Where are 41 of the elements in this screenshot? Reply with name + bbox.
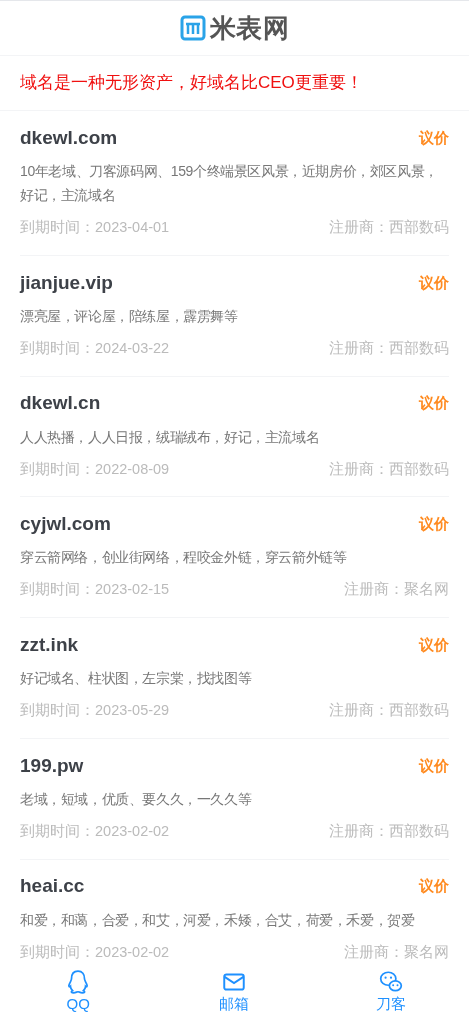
domain-name[interactable]: heai.cc xyxy=(20,872,85,901)
registrar: 注册商：聚名网 xyxy=(344,580,449,600)
domain-description: 好记域名、柱状图，左宗棠，找找图等 xyxy=(20,669,253,688)
registrar: 注册商：西部数码 xyxy=(329,218,449,237)
logo-text: 米表网 xyxy=(209,11,290,45)
domain-description: 老域，短域，优质、要久久，一久久等 xyxy=(20,789,253,809)
expiry-date: 到期时间：2023-02-02 xyxy=(20,942,170,962)
domain-description: 人人热播，人人日报，绒瑞绒布，好记，主流域名 xyxy=(20,427,321,447)
nav-item[interactable]: 邮箱 xyxy=(156,967,313,1015)
domain-description: 和爱，和蔼，合爱，和艾，河爱，禾矮，合艾，荷爱，禾爱，贺爱 xyxy=(20,910,416,930)
negotiate-button[interactable]: 议价 xyxy=(419,875,449,898)
domain-description: 穿云箭网络，创业街网络，程咬金外链，穿云箭外链等 xyxy=(20,548,348,568)
expiry-date: 到期时间：2023-04-01 xyxy=(20,218,170,237)
domain-description: 漂亮屋，评论屋，陪练屋，霹雳舞等 xyxy=(20,306,239,326)
logo-icon xyxy=(179,15,206,41)
domain-name[interactable]: cyjwl.com xyxy=(20,510,111,539)
domain-name[interactable]: 199.pw xyxy=(20,751,84,780)
negotiate-button[interactable]: 议价 xyxy=(419,754,449,777)
domain-description: 10年老域、刀客源码网、159个终端景区风景，近期房价，郊区风景，好记，主流域名 xyxy=(20,162,439,205)
registrar: 注册商：西部数码 xyxy=(329,459,449,479)
negotiate-button[interactable]: 议价 xyxy=(419,271,449,294)
domain-name[interactable]: dkewl.cn xyxy=(20,389,101,418)
expiry-date: 到期时间：2023-02-15 xyxy=(20,580,170,600)
expiry-date: 到期时间：2023-02-02 xyxy=(20,821,170,841)
expiry-date: 到期时间：2022-08-09 xyxy=(20,459,170,479)
expiry-date: 到期时间：2023-05-29 xyxy=(20,701,170,720)
nav-item[interactable]: 刀客 xyxy=(312,967,469,1015)
registrar: 注册商：西部数码 xyxy=(329,821,449,841)
registrar: 注册商：西部数码 xyxy=(329,338,449,358)
expiry-date: 到期时间：2024-03-22 xyxy=(20,338,170,358)
negotiate-button[interactable]: 议价 xyxy=(419,633,449,657)
nav-item[interactable]: QQ xyxy=(0,967,157,1015)
negotiate-button[interactable]: 议价 xyxy=(419,126,449,150)
domain-name[interactable]: zzt.ink xyxy=(20,630,79,660)
domain-name[interactable]: jianjue.vip xyxy=(20,268,113,297)
negotiate-button[interactable]: 议价 xyxy=(419,392,449,415)
domain-name[interactable]: dkewl.com xyxy=(20,123,118,153)
negotiate-button[interactable]: 议价 xyxy=(419,513,449,536)
notice-text: 域名是一种无形资产，好域名比CEO更重要！ xyxy=(0,56,469,111)
registrar: 注册商：西部数码 xyxy=(329,701,449,720)
registrar: 注册商：聚名网 xyxy=(344,942,449,962)
